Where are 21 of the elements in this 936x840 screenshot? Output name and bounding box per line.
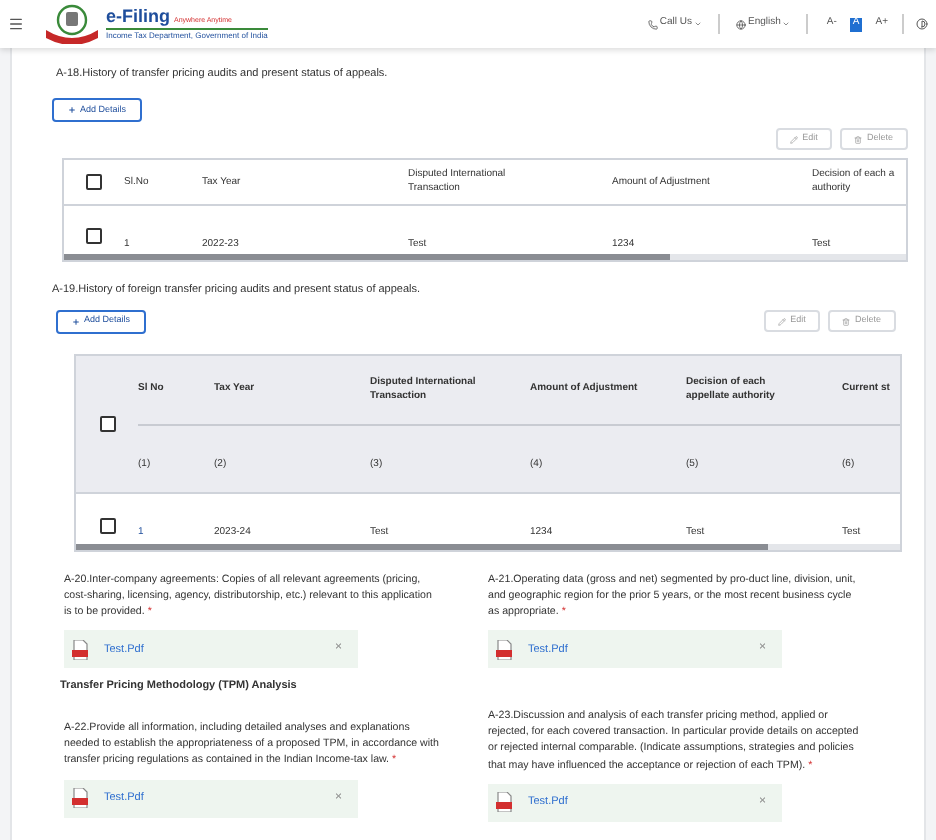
row-checkbox[interactable] <box>86 228 102 245</box>
row-checkbox[interactable] <box>99 415 115 431</box>
plus-icon <box>71 317 80 325</box>
row-checkbox[interactable] <box>99 517 115 533</box>
horizontal-scrollbar[interactable] <box>76 543 900 549</box>
trash-icon <box>842 317 851 325</box>
row-checkbox[interactable] <box>86 174 102 191</box>
phone-icon <box>647 19 658 29</box>
horizontal-scrollbar[interactable] <box>64 254 906 261</box>
pencil-icon <box>790 135 799 144</box>
globe-icon <box>735 19 746 29</box>
pdf-file-icon <box>72 639 88 660</box>
pdf-file-icon <box>496 792 512 813</box>
trash-icon <box>854 135 863 144</box>
pencil-icon <box>778 317 787 325</box>
menu-icon[interactable] <box>8 16 24 32</box>
plus-icon <box>67 106 76 115</box>
pdf-file-icon <box>496 639 512 660</box>
contrast-icon[interactable] <box>916 18 928 30</box>
pdf-file-icon <box>72 788 88 809</box>
logo-title: e-Filing <box>106 8 170 26</box>
